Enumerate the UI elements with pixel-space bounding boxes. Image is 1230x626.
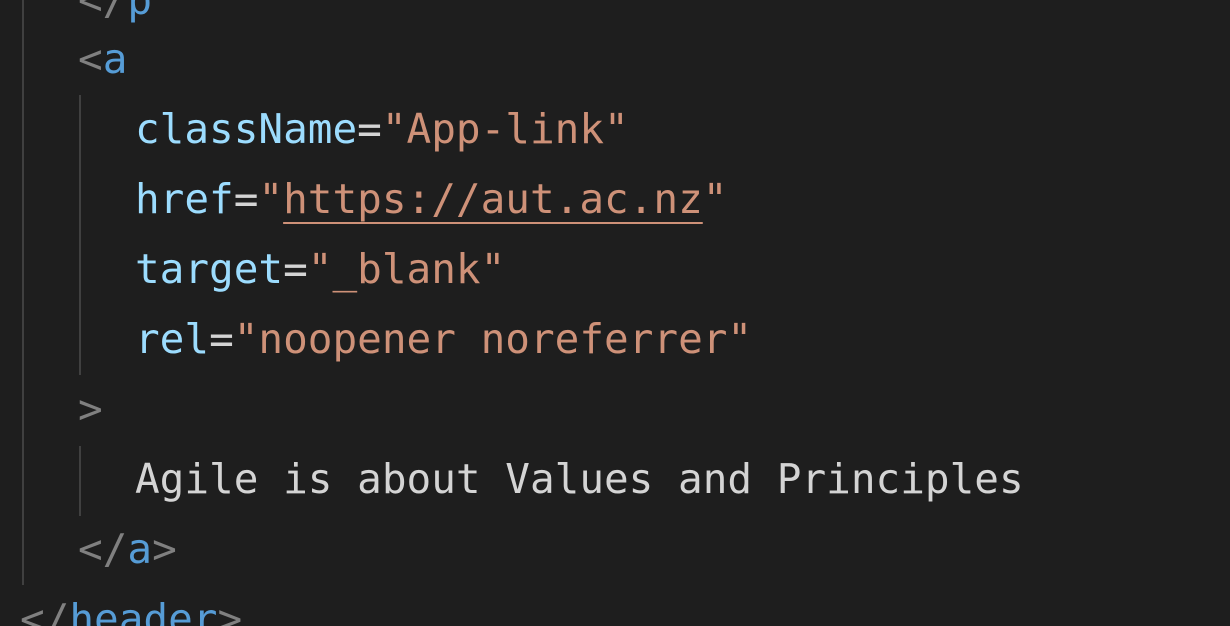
quote-mark: " [258,175,284,223]
equals-sign: = [283,245,308,293]
equals-sign: = [233,175,259,223]
equals-sign: = [209,315,234,363]
attribute-name: target [135,245,284,293]
attribute-name: className [135,105,358,153]
attribute-name: href [135,175,234,223]
attribute-value: "noopener noreferrer" [233,315,753,363]
tag-name: header [69,595,218,626]
quote-mark: " [702,175,728,223]
link-text: Agile is about Values and Principles [135,455,1024,503]
tag-name: a [127,525,153,573]
attribute-name: rel [135,315,210,363]
tag-bracket: </ [20,595,70,626]
tag-bracket: > [78,385,103,433]
url-link[interactable]: https://aut.ac.nz [283,175,703,223]
code-line-classname[interactable]: className="App-link" [135,94,629,164]
code-line-rel[interactable]: rel="noopener noreferrer" [135,304,752,374]
code-line-href[interactable]: href="https://aut.ac.nz" [135,164,727,234]
indent-guide-outer [22,0,24,585]
tag-bracket: > [217,595,243,626]
attribute-value: "App-link" [381,105,629,153]
tag-bracket: > [152,525,177,573]
equals-sign: = [357,105,382,153]
code-line-a-open-close[interactable]: > [78,374,103,444]
tag-bracket: < [78,35,103,83]
code-line-a-open[interactable]: <a [78,24,127,94]
tag-name: a [102,35,128,83]
tag-bracket: </ [78,0,128,24]
attribute-value: "_blank" [307,245,506,293]
code-editor[interactable]: </p <a className="App-link" href="https:… [0,0,1230,626]
indent-guide-attributes [79,95,81,375]
code-line-content[interactable]: Agile is about Values and Principles [135,444,1024,514]
indent-guide-content [79,446,81,516]
code-line-target[interactable]: target="_blank" [135,234,505,304]
code-line-a-close[interactable]: </a> [78,514,177,584]
tag-bracket: </ [78,525,128,573]
code-line-header-close[interactable]: </header> [20,584,242,626]
tag-name: p [127,0,153,24]
